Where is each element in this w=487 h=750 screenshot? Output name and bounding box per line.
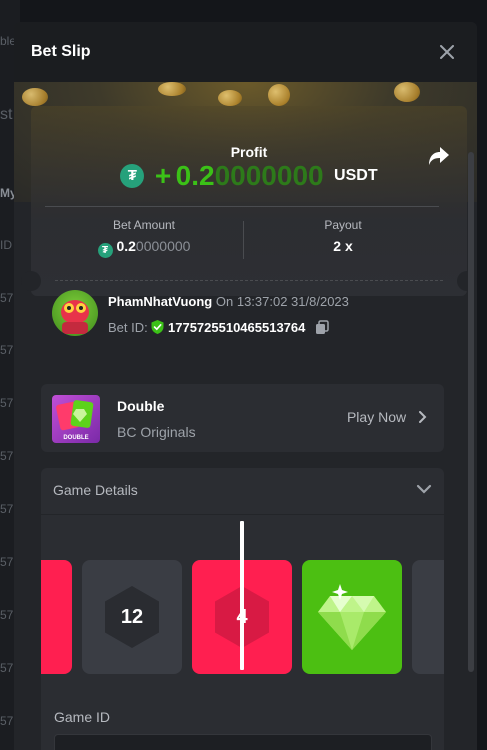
close-icon [440, 45, 454, 59]
username[interactable]: PhamNhatVuong [108, 294, 212, 309]
game-id-field[interactable]: 35552 [54, 734, 432, 750]
divider [45, 206, 439, 207]
modal-header: Bet Slip [14, 22, 477, 82]
background-text: 57 [0, 396, 14, 410]
bet-amount-stat: Bet Amount ₮ 0.20000000 [45, 218, 243, 258]
modal-title: Bet Slip [31, 43, 91, 60]
avatar[interactable] [52, 290, 98, 336]
result-tile-green [302, 560, 402, 674]
background-text: 57 [0, 343, 14, 357]
ticket-notch [457, 271, 477, 291]
profit-sign: + [154, 160, 172, 191]
game-provider: BC Originals [117, 424, 196, 440]
bet-amount-trailing: 0000000 [135, 238, 191, 254]
bet-id-label: Bet ID: [108, 320, 148, 335]
share-button[interactable] [428, 146, 450, 166]
chevron-right-icon [419, 411, 427, 423]
background-text: 57 [0, 449, 14, 463]
play-now-button[interactable]: Play Now [347, 409, 428, 425]
diamond-icon [318, 584, 386, 650]
verified-shield-icon [151, 320, 164, 334]
game-name: Double [117, 398, 165, 414]
game-details-title: Game Details [53, 482, 138, 498]
result-tile-grey: 12 [82, 560, 182, 674]
game-thumbnail: DOUBLE [52, 395, 100, 443]
result-tile-grey [412, 560, 444, 674]
chevron-down-icon[interactable] [416, 483, 432, 495]
bet-id-value: 1775725510465513764 [168, 320, 306, 335]
bet-time: 13:37:02 31/8/2023 [236, 294, 349, 309]
copy-icon[interactable] [315, 320, 329, 334]
bet-amount-value: ₮ 0.20000000 [45, 238, 243, 258]
background-text: 57 [0, 291, 14, 305]
background-text: ID [0, 238, 12, 252]
scrollbar[interactable] [468, 152, 474, 672]
coin-decoration [268, 84, 290, 106]
bet-amount-label: Bet Amount [112, 218, 176, 232]
bet-id-line: Bet ID: 1775725510465513764 [108, 320, 329, 335]
profit-value: 0.2 [175, 160, 215, 191]
coin-decoration [22, 88, 48, 106]
payout-stat: Payout 2 x [244, 218, 442, 254]
coin-decoration [158, 82, 186, 96]
game-card[interactable]: DOUBLE Double BC Originals Play Now [41, 384, 444, 452]
coin-decoration [218, 90, 242, 106]
payout-label: Payout [324, 218, 362, 232]
share-icon [429, 147, 449, 165]
close-button[interactable] [435, 40, 459, 64]
background-text: 57 [0, 502, 14, 516]
bet-slip-modal: Bet Slip Profit ₮ + 0.20000000 USDT Bet … [14, 22, 477, 750]
coin-decoration [394, 82, 420, 102]
result-tile-red [41, 560, 72, 674]
tile-number: 12 [120, 605, 144, 628]
background-text: 57 [0, 555, 14, 569]
ticket-tear-line [55, 280, 443, 281]
result-marker [240, 521, 244, 670]
modal-body[interactable]: Profit ₮ + 0.20000000 USDT Bet Amount ₮ … [14, 82, 477, 750]
thumb-label: DOUBLE [63, 435, 88, 441]
background-text: st [0, 106, 13, 123]
profit-ticket: Profit ₮ + 0.20000000 USDT Bet Amount ₮ … [21, 106, 477, 296]
background-text: 57 [0, 714, 14, 728]
bet-amount-main: 0.2 [116, 238, 136, 254]
double-game-icon: DOUBLE [56, 400, 94, 441]
avatar-icon [61, 300, 89, 334]
game-id-label: Game ID [54, 709, 111, 725]
profit-currency: USDT [334, 167, 378, 184]
on-label: On [215, 294, 234, 309]
profit-trailing-zeros: 0000000 [214, 160, 324, 191]
divider [41, 514, 444, 515]
background-text: 57 [0, 608, 14, 622]
user-info: PhamNhatVuong On 13:37:02 31/8/2023 Bet … [52, 290, 452, 340]
background-text: 57 [0, 661, 14, 675]
play-now-label: Play Now [346, 409, 407, 425]
profit-amount: ₮ + 0.20000000 USDT [31, 160, 467, 196]
tether-icon: ₮ [97, 243, 113, 258]
username-line: PhamNhatVuong On 13:37:02 31/8/2023 [108, 294, 349, 309]
profit-label: Profit [230, 144, 268, 160]
tether-icon: ₮ [120, 164, 145, 188]
payout-value: 2 x [333, 238, 353, 254]
ticket-notch [21, 271, 41, 291]
